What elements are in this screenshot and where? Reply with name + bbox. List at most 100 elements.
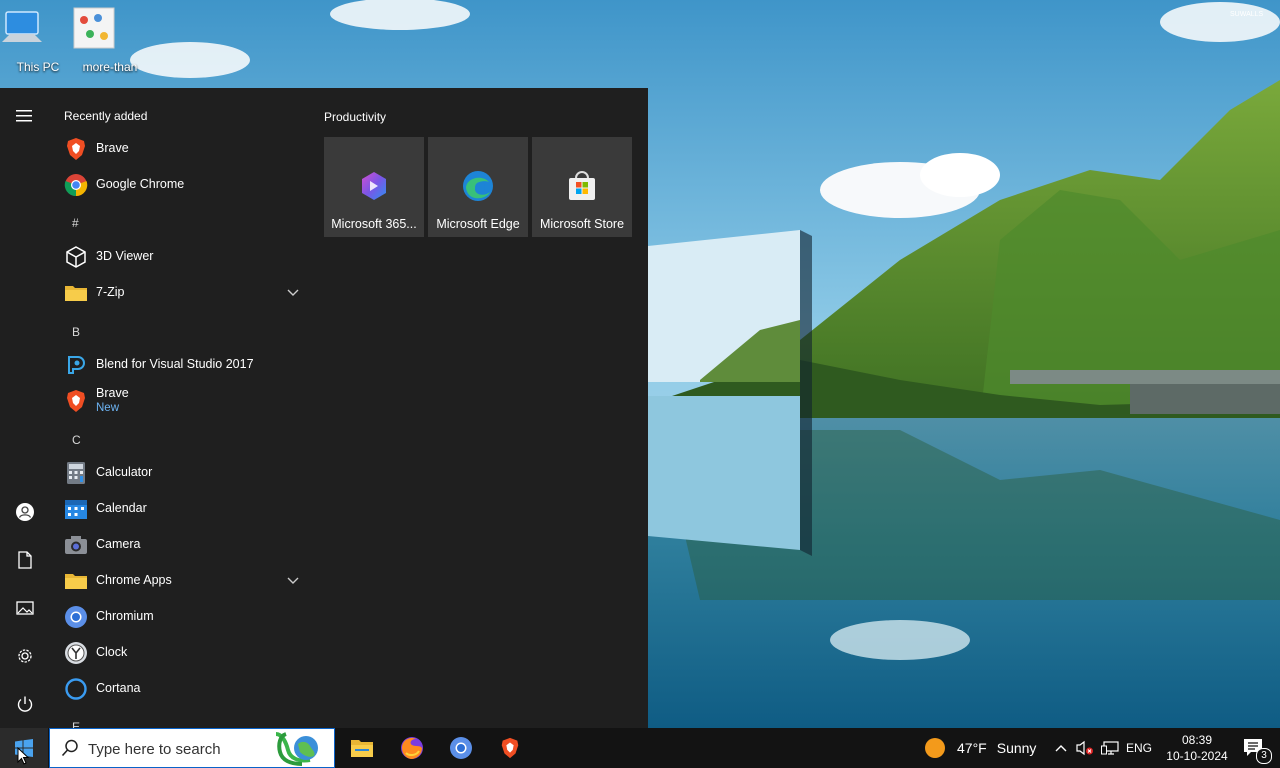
- brave-icon: [501, 737, 519, 759]
- app-item-label: Google Chrome: [96, 177, 185, 191]
- chromium-icon: [65, 606, 87, 628]
- store-icon: [569, 171, 595, 200]
- taskbar-file-explorer[interactable]: [340, 728, 384, 768]
- action-center-button[interactable]: 3: [1234, 728, 1274, 768]
- weather-widget[interactable]: 47°F Sunny: [920, 728, 1040, 768]
- app-item-label: Brave: [96, 386, 129, 400]
- app-item-label: Brave: [96, 141, 129, 155]
- app-item-clock[interactable]: Clock: [56, 635, 306, 671]
- pictures-icon: [16, 601, 34, 615]
- tile-label: Microsoft Edge: [436, 217, 520, 231]
- clock-icon: [65, 642, 87, 664]
- search-highlight-icon: [275, 732, 318, 766]
- file-explorer-icon: [351, 740, 373, 757]
- account-button[interactable]: [9, 496, 41, 528]
- cortana-icon: [65, 678, 87, 700]
- app-item-cortana[interactable]: Cortana: [56, 671, 306, 707]
- new-badge: New: [96, 402, 120, 414]
- power-button[interactable]: [9, 688, 41, 720]
- firefox-icon: [401, 737, 423, 759]
- app-item-label: Blend for Visual Studio 2017: [96, 357, 254, 371]
- show-hidden-icons-button[interactable]: [1050, 728, 1072, 768]
- chevron-down-icon[interactable]: [286, 285, 300, 299]
- app-item-camera[interactable]: Camera: [56, 527, 306, 563]
- app-item-label: 7-Zip: [96, 285, 125, 299]
- app-item-label: Chromium: [96, 609, 154, 623]
- clock-date: 10-10-2024: [1166, 749, 1228, 763]
- pictures-button[interactable]: [9, 592, 41, 624]
- weather-temperature: 47°F: [957, 740, 987, 756]
- hamburger-icon: [16, 110, 32, 122]
- app-item-label: Chrome Apps: [96, 573, 172, 587]
- network-button[interactable]: [1098, 728, 1122, 768]
- tile-microsoft-edge[interactable]: Microsoft Edge: [428, 137, 528, 237]
- app-item-calculator[interactable]: Calculator: [56, 455, 306, 491]
- tile-microsoft-365[interactable]: Microsoft 365...: [324, 137, 424, 237]
- clock-button[interactable]: 08:39 10-10-2024: [1162, 728, 1232, 768]
- blend-icon: [66, 355, 86, 375]
- letter-header-hash[interactable]: #: [72, 216, 79, 230]
- taskbar-search-box[interactable]: [49, 728, 335, 768]
- app-item-brave[interactable]: Brave New: [56, 383, 306, 419]
- app-item-3d-viewer[interactable]: 3D Viewer: [56, 239, 306, 275]
- expand-menu-button[interactable]: [9, 100, 41, 132]
- app-item-label: Cortana: [96, 681, 141, 695]
- app-item-chromium[interactable]: Chromium: [56, 599, 306, 635]
- sun-icon: [925, 738, 945, 758]
- app-item-blend[interactable]: Blend for Visual Studio 2017: [56, 347, 306, 383]
- app-item-google-chrome[interactable]: Google Chrome: [56, 167, 306, 203]
- settings-button[interactable]: [9, 640, 41, 672]
- app-item-label: Calculator: [96, 465, 153, 479]
- weather-condition: Sunny: [996, 740, 1037, 756]
- volume-button[interactable]: [1073, 728, 1097, 768]
- camera-icon: [65, 536, 87, 554]
- recently-added-header: Recently added: [64, 109, 148, 123]
- app-item-label: 3D Viewer: [96, 249, 154, 263]
- search-icon: [61, 739, 78, 757]
- letter-header-b[interactable]: B: [72, 325, 80, 339]
- tile-group-title[interactable]: Productivity: [324, 110, 386, 124]
- documents-button[interactable]: [9, 544, 41, 576]
- network-icon: [1101, 741, 1119, 755]
- clock-time: 08:39: [1181, 733, 1213, 747]
- calendar-icon: [65, 500, 87, 519]
- chevron-up-icon: [1055, 745, 1067, 752]
- input-language-indicator[interactable]: ENG: [1126, 741, 1152, 755]
- chrome-icon: [64, 174, 88, 197]
- power-icon: [17, 696, 33, 712]
- app-list[interactable]: Recently added Brave Google Chrome # 3D …: [56, 88, 308, 728]
- app-item-chrome-apps-folder[interactable]: Chrome Apps: [56, 563, 306, 599]
- tile-label: Microsoft 365...: [331, 217, 417, 231]
- notification-count-badge: 3: [1256, 748, 1272, 764]
- user-icon: [16, 503, 34, 521]
- chevron-down-icon[interactable]: [286, 573, 300, 587]
- image-file-icon: [73, 7, 132, 56]
- taskbar: 47°F Sunny ENG 08:39 10-10-2024 3: [0, 728, 1280, 768]
- tile-microsoft-store[interactable]: Microsoft Store: [532, 137, 632, 237]
- volume-muted-icon: [1076, 740, 1093, 756]
- app-item-brave-recent[interactable]: Brave: [56, 131, 306, 167]
- search-input[interactable]: [86, 738, 260, 760]
- desktop-icon-this-pc[interactable]: This PC: [0, 6, 76, 74]
- taskbar-brave[interactable]: [488, 728, 532, 768]
- calculator-icon: [67, 462, 85, 484]
- app-item-label: Clock: [96, 645, 128, 659]
- taskbar-chromium[interactable]: [439, 728, 483, 768]
- desktop-icon-more-than[interactable]: more-than: [72, 6, 148, 74]
- folder-icon: [65, 286, 87, 301]
- folder-icon: [65, 574, 87, 589]
- letter-header-c[interactable]: C: [72, 433, 81, 447]
- letter-header-e[interactable]: E: [72, 720, 80, 728]
- cube-icon: [66, 246, 86, 268]
- tiles-area: Productivity Microsoft 365... Microsoft …: [316, 88, 648, 728]
- app-item-label: Calendar: [96, 501, 147, 515]
- app-item-calendar[interactable]: Calendar: [56, 491, 306, 527]
- start-menu: Recently added Brave Google Chrome # 3D …: [0, 88, 648, 728]
- start-button[interactable]: [0, 728, 48, 768]
- app-item-label: Camera: [96, 537, 141, 551]
- desktop-icon-label: This PC: [16, 60, 60, 74]
- taskbar-firefox[interactable]: [390, 728, 434, 768]
- edge-icon: [463, 171, 493, 201]
- desktop-icon-label: more-than: [82, 60, 138, 74]
- app-item-7zip-folder[interactable]: 7-Zip: [56, 275, 306, 311]
